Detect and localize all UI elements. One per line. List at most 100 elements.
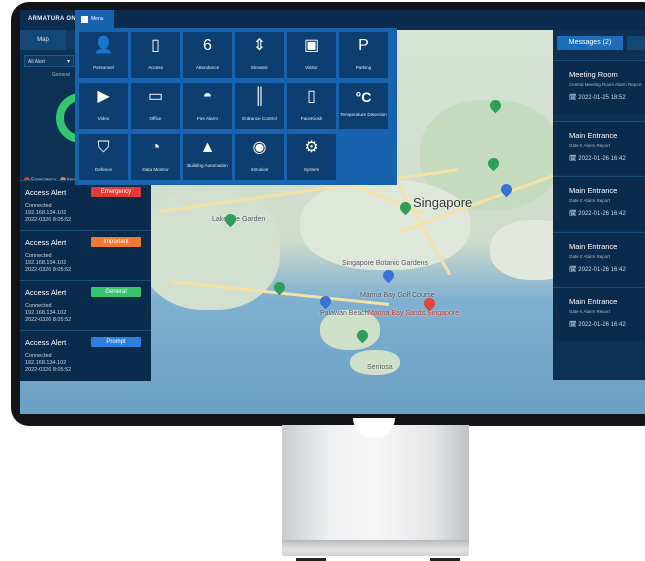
alert-title: Access Alert xyxy=(25,238,67,247)
building-icon: ▲ xyxy=(199,139,216,156)
map-island xyxy=(350,350,400,375)
menu-item-attendance[interactable]: 6 Attendance xyxy=(183,32,232,78)
menu-item-label: Access xyxy=(148,65,163,70)
menu-item-label: Parking xyxy=(355,65,372,70)
message-title: Main Entrance xyxy=(569,242,618,251)
alert-ip: 192.168.134.102 xyxy=(25,310,67,316)
alert-badge: General xyxy=(91,287,141,297)
menu-item-facekiosk[interactable]: ▯ FaceKiosk xyxy=(287,83,336,129)
menu-item-label: Temperature Detection xyxy=(340,112,387,117)
alert-ip: 192.168.134.102 xyxy=(25,360,67,366)
door-icon: ▯ xyxy=(151,37,160,54)
menu-item-elevator[interactable]: ⇕ Elevator xyxy=(235,32,284,78)
message-desc: Central Meeting Room Alarm Report xyxy=(569,82,642,87)
map-label: Marina Bay Golf Course xyxy=(360,292,435,299)
message-item[interactable]: Meeting Room Central Meeting Room Alarm … xyxy=(553,60,645,114)
briefcase-icon: ▭ xyxy=(147,88,164,105)
alert-filter-value: All Alert xyxy=(28,59,45,65)
menu-item-office[interactable]: ▭ Office xyxy=(131,83,180,129)
tab-secondary[interactable] xyxy=(627,36,645,50)
alert-item[interactable]: Access Alert Prompt Connected 192.168.13… xyxy=(20,330,151,381)
message-item[interactable]: Main Entrance Gate II Alarm Report 🗓 202… xyxy=(553,121,645,175)
menu-item-label: Visitor xyxy=(305,65,318,70)
menu-item-data-monitor[interactable]: ◔ Data Monitor xyxy=(131,134,180,180)
menu-item-label: Elevator xyxy=(251,65,268,70)
message-time: 🗓 2022-01-26 16:42 xyxy=(569,211,626,217)
message-title: Main Entrance xyxy=(569,297,618,306)
alert-ip: 192.168.134.102 xyxy=(25,210,67,216)
map-label: Sentosa xyxy=(367,364,393,371)
menu-item-access[interactable]: ▯ Access xyxy=(131,32,180,78)
messages-panel: Messages (2) Meeting Room Central Meetin… xyxy=(553,30,645,380)
monitor-base xyxy=(282,540,469,556)
smoke-detector-icon: ◓ xyxy=(202,88,213,105)
monitor-stand xyxy=(282,425,469,542)
brand-logo: ARMATURA ONE xyxy=(28,16,81,22)
message-time-text: 2022-01-26 16:42 xyxy=(578,267,626,273)
alert-title: Access Alert xyxy=(25,338,67,347)
map-label: Marina Bay Sands Singapore xyxy=(368,310,460,317)
menu-item-system[interactable]: ⚙ System xyxy=(287,134,336,180)
menu-item-visitor[interactable]: ▣ Visitor xyxy=(287,32,336,78)
map-label: Lakeside Garden xyxy=(212,216,266,223)
alert-badge: Emergency xyxy=(91,187,141,197)
menu-item-label: Video xyxy=(97,116,110,121)
message-time: 🗓 2022-01-25 18:52 xyxy=(569,95,626,101)
menu-item-parking[interactable]: P Parking xyxy=(339,32,388,78)
message-item[interactable]: Main Entrance Gate II Alarm Report 🗓 202… xyxy=(553,176,645,230)
module-menu: 👤 Personnel ▯ Access 6 Attendance ⇕ Elevator… xyxy=(75,28,397,185)
gear-icon: ⚙ xyxy=(304,139,319,156)
menu-item-defence[interactable]: ⛉ Defence xyxy=(79,134,128,180)
message-time-text: 2022-01-26 16:42 xyxy=(578,211,626,217)
menu-item-fire-alarm[interactable]: ◓ Fire Alarm xyxy=(183,83,232,129)
menu-icon xyxy=(81,16,88,23)
message-time-text: 2022-01-26 16:42 xyxy=(578,156,626,162)
menu-item-video[interactable]: ▶ Video xyxy=(79,83,128,129)
alert-time: 2022-0326 8:05:52 xyxy=(25,267,72,273)
visitor-card-icon: ▣ xyxy=(303,37,320,54)
menu-item-label: Building Automation xyxy=(187,163,228,168)
alert-item[interactable]: Access Alert Important Connected 192.168… xyxy=(20,230,151,281)
chevron-down-icon: ▾ xyxy=(66,59,70,65)
menu-item-label: Intrusion xyxy=(250,167,269,172)
alert-time: 2022-0326 8:05:52 xyxy=(25,217,72,223)
alert-filter-select[interactable]: All Alert ▾ xyxy=(24,55,74,67)
alert-status: Connected xyxy=(25,353,52,359)
message-desc: Gate II Alarm Report xyxy=(569,254,611,259)
tab-map[interactable]: Map xyxy=(20,30,66,50)
message-desc: Gate II Alarm Report xyxy=(569,309,611,314)
message-time-text: 2022-01-26 16:42 xyxy=(578,322,626,328)
message-item[interactable]: Main Entrance Gate II Alarm Report 🗓 202… xyxy=(553,287,645,341)
celsius-icon: °C xyxy=(355,89,372,105)
map-marker-blue[interactable] xyxy=(380,267,397,284)
menu-item-entrance-control[interactable]: ║ Entrance Control xyxy=(235,83,284,129)
alert-time: 2022-0326 8:05:52 xyxy=(25,317,72,323)
map-label: Singapore Botanic Gardens xyxy=(342,260,428,267)
menu-item-label: Entrance Control xyxy=(242,116,277,121)
menu-button[interactable]: Menu xyxy=(75,10,114,30)
alert-item[interactable]: Access Alert General Connected 192.168.1… xyxy=(20,280,151,331)
menu-item-building-automation[interactable]: ▲ Building Automation xyxy=(183,134,232,180)
menu-item-temperature-detection[interactable]: °C Temperature Detection xyxy=(339,83,388,129)
message-item[interactable]: Main Entrance Gate II Alarm Report 🗓 202… xyxy=(553,232,645,286)
menu-item-intrusion[interactable]: ◉ Intrusion xyxy=(235,134,284,180)
menu-item-label: Data Monitor xyxy=(142,167,169,172)
message-title: Meeting Room xyxy=(569,70,618,79)
map-label-singapore: Singapore xyxy=(413,195,473,210)
message-title: Main Entrance xyxy=(569,131,618,140)
alert-time: 2022-0326 8:05:52 xyxy=(25,367,72,373)
kiosk-icon: ▯ xyxy=(307,88,316,105)
map-label: Palawan Beach xyxy=(320,310,369,317)
alert-meta: Connected 192.168.134.102 2022-0326 8:05… xyxy=(25,353,71,374)
person-icon: 👤 xyxy=(93,37,114,54)
menu-item-personnel[interactable]: 👤 Personnel xyxy=(79,32,128,78)
menu-item-label: Personnel xyxy=(93,65,114,70)
alert-ip: 192.168.134.102 xyxy=(25,260,67,266)
message-time-text: 2022-01-25 18:52 xyxy=(578,95,626,101)
menu-item-label: Attendance xyxy=(195,65,220,70)
sensor-icon: ◉ xyxy=(252,139,267,156)
tab-messages[interactable]: Messages (2) xyxy=(557,36,623,50)
elevator-icon: ⇕ xyxy=(252,37,267,54)
alert-item[interactable]: Access Alert Emergency Connected 192.168… xyxy=(20,180,151,231)
menu-item-label: System xyxy=(303,167,320,172)
